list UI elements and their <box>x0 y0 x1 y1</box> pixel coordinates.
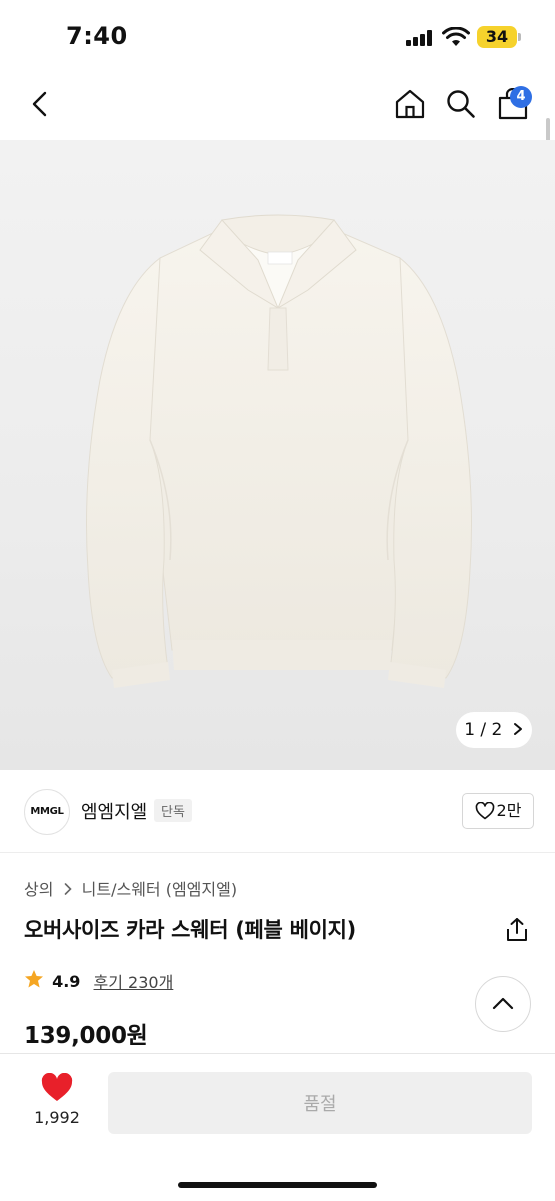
breadcrumb: 상의 니트/스웨터 (엠엠지엘) <box>24 876 237 900</box>
share-icon[interactable] <box>505 917 529 943</box>
chevron-up-icon <box>492 997 514 1010</box>
rating-row: 4.9 후기 230개 <box>24 969 173 993</box>
heart-filled-icon[interactable] <box>40 1073 74 1103</box>
brand-logo[interactable]: MMGL <box>24 789 70 835</box>
chevron-right-icon <box>508 712 524 748</box>
star-icon <box>24 969 44 993</box>
scroll-to-top-button[interactable] <box>475 976 531 1032</box>
brand-name[interactable]: 엠엠지엘 <box>81 798 147 824</box>
sweater-product-image <box>86 214 472 688</box>
battery-tip <box>518 33 521 41</box>
gallery-counter-text: 1 / 2 <box>464 720 503 740</box>
home-indicator <box>178 1182 377 1188</box>
product-price: 139,000원 <box>24 1023 148 1049</box>
chevron-right-icon <box>63 880 73 899</box>
breadcrumb-item[interactable]: 니트/스웨터 (엠엠지엘) <box>82 876 237 900</box>
wish-count: 1,992 <box>34 1108 80 1127</box>
back-icon[interactable] <box>28 90 52 118</box>
soldout-button[interactable]: 품절 <box>108 1072 532 1134</box>
cart-count-badge: 4 <box>510 86 532 108</box>
brand-like-count: 2만 <box>496 801 522 820</box>
search-icon[interactable] <box>446 89 476 119</box>
wifi-icon <box>442 27 470 46</box>
product-image-gallery[interactable] <box>0 140 555 770</box>
exclusive-badge: 단독 <box>154 799 192 822</box>
breadcrumb-item[interactable]: 상의 <box>24 876 53 900</box>
status-bar: 7:40 34 <box>0 0 555 70</box>
gallery-page-counter[interactable]: 1 / 2 <box>456 712 532 748</box>
battery-icon: 34 <box>477 26 517 48</box>
rating-value: 4.9 <box>52 971 81 991</box>
signal-icon <box>406 30 436 46</box>
status-time: 7:40 <box>66 22 128 50</box>
review-count-link[interactable]: 후기 230개 <box>94 969 174 993</box>
product-title: 오버사이즈 카라 스웨터 (페블 베이지) <box>24 918 356 942</box>
brand-like-button[interactable]: 2만 <box>462 793 534 829</box>
home-icon[interactable] <box>394 88 426 120</box>
heart-outline-icon <box>475 801 494 820</box>
